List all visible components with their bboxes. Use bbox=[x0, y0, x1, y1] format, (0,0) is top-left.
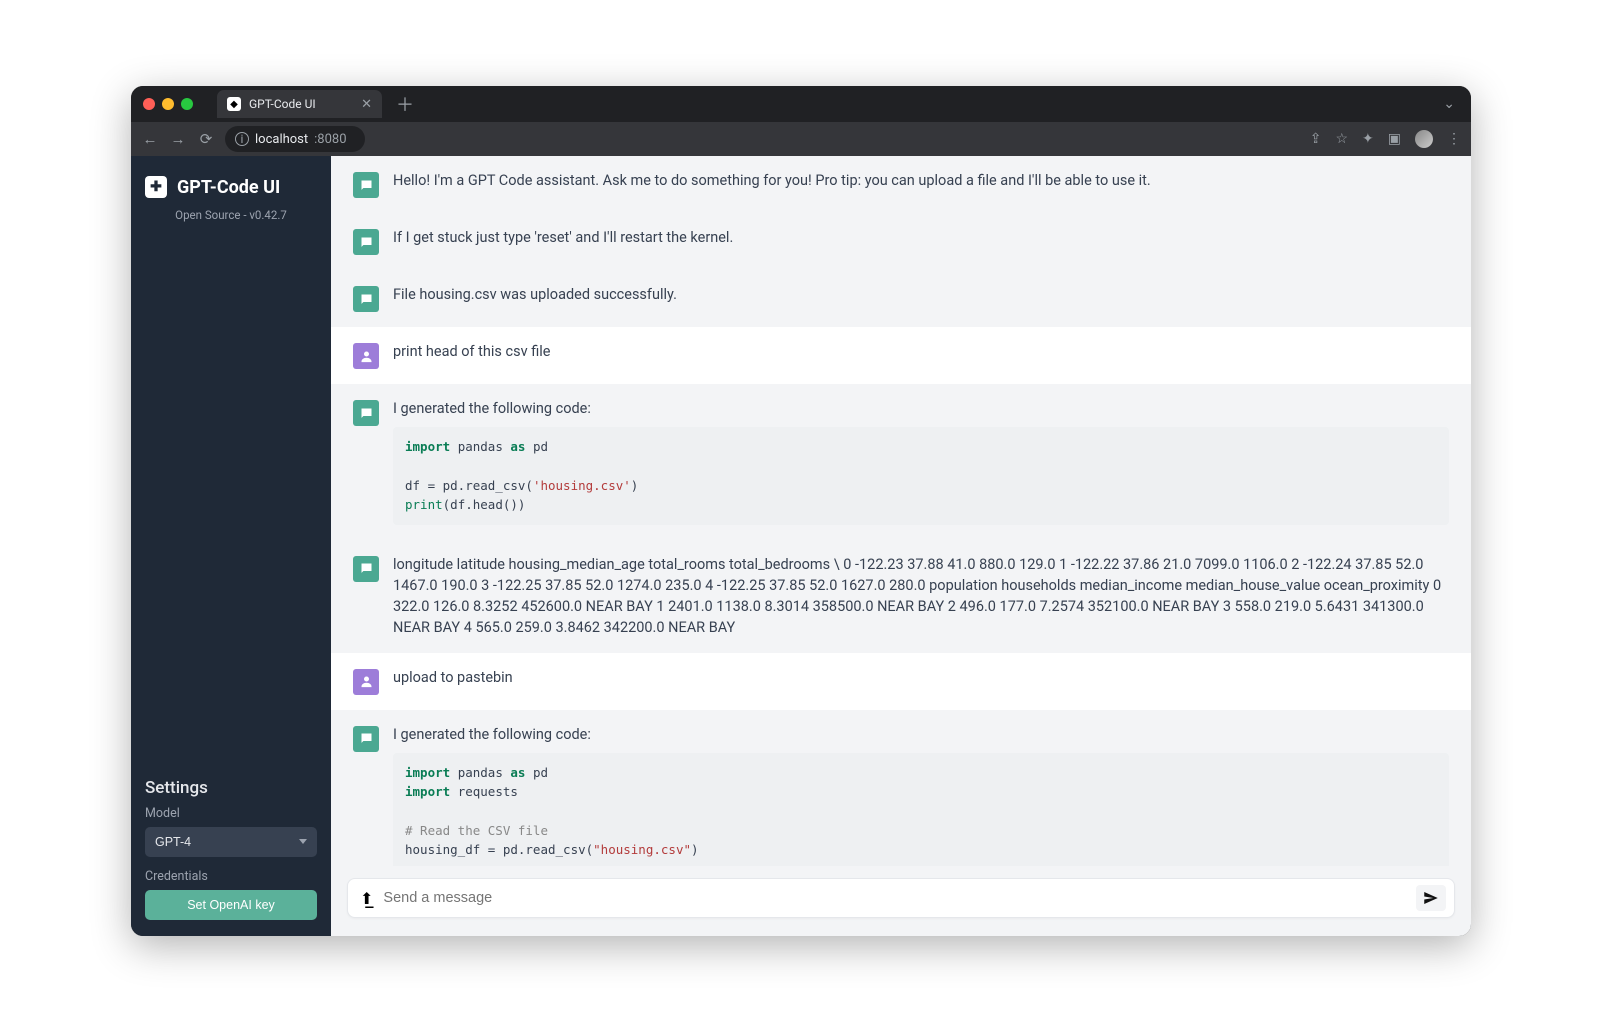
upload-icon[interactable]: ⬆̲ bbox=[358, 889, 383, 908]
sidepanel-icon[interactable]: ▣ bbox=[1388, 131, 1401, 147]
credentials-label: Credentials bbox=[145, 869, 317, 884]
extensions-icon[interactable]: ✦ bbox=[1362, 131, 1374, 147]
message-bot: If I get stuck just type 'reset' and I'l… bbox=[331, 213, 1471, 270]
message-input[interactable] bbox=[383, 890, 1410, 906]
code-block: import pandas as pd import requests # Re… bbox=[393, 753, 1449, 866]
composer: ⬆̲ bbox=[331, 866, 1471, 936]
message-bot: I generated the following code: import p… bbox=[331, 710, 1471, 866]
main-area: Hello! I'm a GPT Code assistant. Ask me … bbox=[331, 156, 1471, 936]
message-text: File housing.csv was uploaded successful… bbox=[393, 284, 1449, 312]
bot-avatar-icon bbox=[353, 556, 379, 582]
tab-favicon: ◆ bbox=[227, 97, 241, 111]
message-text: I generated the following code: bbox=[393, 398, 1449, 419]
tabs-menu-icon[interactable]: ⌄ bbox=[1435, 96, 1463, 112]
message-text: print head of this csv file bbox=[393, 341, 1449, 369]
bot-avatar-icon bbox=[353, 286, 379, 312]
app-body: ✚ GPT-Code UI Open Source - v0.42.7 Sett… bbox=[131, 156, 1471, 936]
message-text: If I get stuck just type 'reset' and I'l… bbox=[393, 227, 1449, 255]
bot-avatar-icon bbox=[353, 172, 379, 198]
bot-avatar-icon bbox=[353, 229, 379, 255]
close-window-icon[interactable] bbox=[143, 98, 155, 110]
minimize-window-icon[interactable] bbox=[162, 98, 174, 110]
browser-window: ◆ GPT-Code UI ✕ ＋ ⌄ ← → ⟳ i localhost :80… bbox=[131, 86, 1471, 936]
message-user: print head of this csv file bbox=[331, 327, 1471, 384]
message-bot: File housing.csv was uploaded successful… bbox=[331, 270, 1471, 327]
message-text: Hello! I'm a GPT Code assistant. Ask me … bbox=[393, 170, 1449, 198]
back-button[interactable]: ← bbox=[141, 130, 159, 148]
model-select[interactable]: GPT-4 bbox=[145, 827, 317, 857]
forward-button[interactable]: → bbox=[169, 130, 187, 148]
tab-strip: ◆ GPT-Code UI ✕ ＋ ⌄ bbox=[131, 86, 1471, 122]
code-block: import pandas as pd df = pd.read_csv('ho… bbox=[393, 427, 1449, 525]
chat-scroll[interactable]: Hello! I'm a GPT Code assistant. Ask me … bbox=[331, 156, 1471, 866]
message-bot: Hello! I'm a GPT Code assistant. Ask me … bbox=[331, 156, 1471, 213]
user-avatar-icon bbox=[353, 343, 379, 369]
url-port: :8080 bbox=[314, 132, 346, 147]
reload-button[interactable]: ⟳ bbox=[197, 130, 215, 148]
message-body: I generated the following code: import p… bbox=[393, 724, 1449, 866]
message-text: longitude latitude housing_median_age to… bbox=[393, 554, 1449, 638]
bookmark-icon[interactable]: ☆ bbox=[1335, 131, 1348, 147]
browser-tab[interactable]: ◆ GPT-Code UI ✕ bbox=[217, 90, 382, 118]
message-bot: I generated the following code: import p… bbox=[331, 384, 1471, 540]
composer-box: ⬆̲ bbox=[347, 878, 1455, 918]
tab-title: GPT-Code UI bbox=[249, 97, 316, 111]
url-input[interactable]: i localhost :8080 bbox=[225, 126, 365, 152]
maximize-window-icon[interactable] bbox=[181, 98, 193, 110]
message-bot: longitude latitude housing_median_age to… bbox=[331, 540, 1471, 653]
set-openai-key-button[interactable]: Set OpenAI key bbox=[145, 890, 317, 920]
new-tab-button[interactable]: ＋ bbox=[390, 91, 420, 117]
sidebar: ✚ GPT-Code UI Open Source - v0.42.7 Sett… bbox=[131, 156, 331, 936]
user-avatar-icon bbox=[353, 669, 379, 695]
message-user: upload to pastebin bbox=[331, 653, 1471, 710]
profile-avatar-icon[interactable] bbox=[1415, 130, 1433, 148]
site-info-icon[interactable]: i bbox=[235, 132, 249, 146]
bot-avatar-icon bbox=[353, 726, 379, 752]
address-bar: ← → ⟳ i localhost :8080 ⇪ ☆ ✦ ▣ ⋮ bbox=[131, 122, 1471, 156]
share-icon[interactable]: ⇪ bbox=[1310, 131, 1322, 147]
kebab-menu-icon[interactable]: ⋮ bbox=[1447, 131, 1461, 147]
close-tab-icon[interactable]: ✕ bbox=[361, 97, 372, 112]
logo-icon: ✚ bbox=[145, 176, 167, 198]
brand: ✚ GPT-Code UI bbox=[145, 176, 317, 198]
url-host: localhost bbox=[255, 132, 308, 147]
brand-title: GPT-Code UI bbox=[177, 177, 280, 198]
message-body: I generated the following code: import p… bbox=[393, 398, 1449, 525]
settings-heading: Settings bbox=[145, 778, 317, 798]
toolbar-right: ⇪ ☆ ✦ ▣ ⋮ bbox=[1310, 130, 1461, 148]
send-button[interactable] bbox=[1416, 885, 1446, 911]
message-text: I generated the following code: bbox=[393, 724, 1449, 745]
message-text: upload to pastebin bbox=[393, 667, 1449, 695]
brand-subtitle: Open Source - v0.42.7 bbox=[145, 208, 317, 222]
bot-avatar-icon bbox=[353, 400, 379, 426]
window-controls bbox=[143, 98, 193, 110]
model-label: Model bbox=[145, 806, 317, 821]
